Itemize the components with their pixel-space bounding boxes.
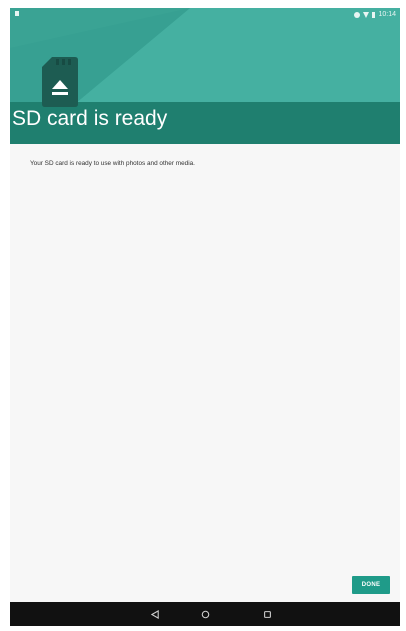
content-area: Your SD card is ready to use with photos…	[10, 144, 400, 602]
nav-recents-button[interactable]	[252, 602, 282, 626]
wifi-icon	[363, 11, 370, 18]
header: 10:14 SD card is ready	[10, 8, 400, 144]
nav-back-button[interactable]	[140, 602, 170, 626]
status-time: 10:14	[378, 11, 396, 18]
back-icon	[150, 609, 159, 619]
alarm-icon	[354, 11, 361, 18]
sd-card-eject-icon	[42, 57, 78, 107]
status-icons: 10:14	[354, 10, 396, 19]
notification-icon	[15, 11, 19, 16]
ready-message: Your SD card is ready to use with photos…	[30, 160, 195, 167]
home-icon	[201, 610, 209, 618]
nav-home-button[interactable]	[190, 602, 220, 626]
device-screen: 10:14 SD card is ready Your SD card is r…	[10, 8, 400, 626]
navigation-bar	[10, 602, 400, 626]
recents-icon	[263, 610, 271, 618]
battery-icon	[372, 11, 376, 18]
status-bar: 10:14	[10, 8, 400, 22]
done-button[interactable]: DONE	[352, 576, 390, 594]
page-title: SD card is ready	[12, 107, 168, 130]
